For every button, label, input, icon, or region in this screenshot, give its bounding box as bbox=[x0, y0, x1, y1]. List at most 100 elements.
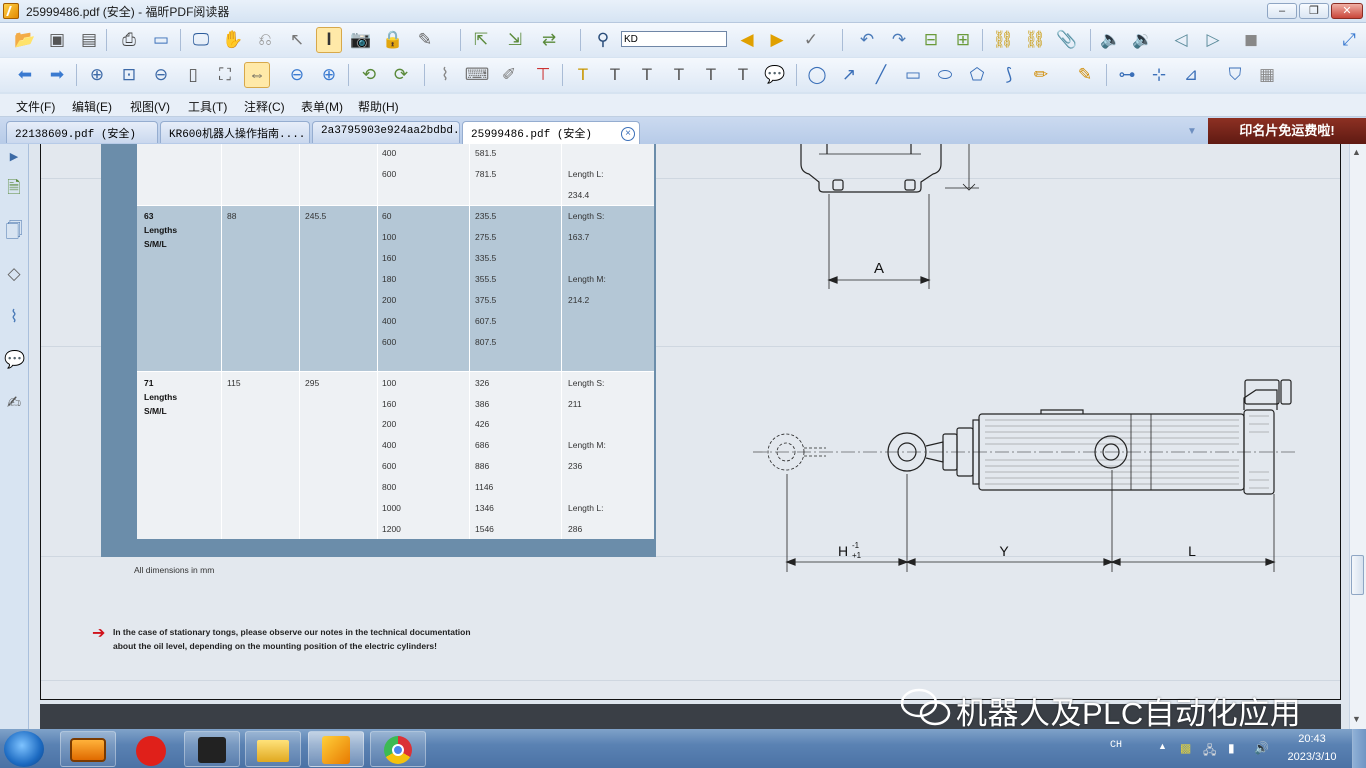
menu-comments[interactable]: 注释(C) bbox=[244, 98, 285, 115]
actual-size-icon[interactable]: ▯ bbox=[180, 62, 206, 88]
vertical-scrollbar[interactable] bbox=[1349, 144, 1366, 729]
polygon-icon[interactable]: ⬠ bbox=[964, 62, 990, 88]
marquee-zoom-icon[interactable]: ⊡ bbox=[116, 62, 142, 88]
read-aloud-icon[interactable]: 🔈 bbox=[1098, 27, 1124, 53]
zoom-minus-icon[interactable]: ⊖ bbox=[284, 62, 310, 88]
network-icon[interactable]: 🖧 bbox=[1203, 741, 1216, 762]
forward-arrow-icon[interactable]: ➡ bbox=[44, 62, 70, 88]
tray-expand-icon[interactable]: ▲ bbox=[1158, 741, 1167, 751]
binoculars-icon[interactable]: ⚲ bbox=[590, 27, 616, 53]
menu-tools[interactable]: 工具(T) bbox=[188, 98, 227, 115]
unlink-icon[interactable]: ⛓ bbox=[1022, 27, 1048, 53]
previous-view-icon[interactable]: ⊟ bbox=[918, 27, 944, 53]
underline-text-icon[interactable]: T bbox=[602, 62, 628, 88]
taskbar-app-tools[interactable] bbox=[184, 731, 240, 767]
import-icon[interactable]: ⇲ bbox=[502, 27, 528, 53]
next-view-icon[interactable]: ⊞ bbox=[950, 27, 976, 53]
undo-icon[interactable]: ↶ bbox=[854, 27, 880, 53]
taskbar-app-orange[interactable] bbox=[60, 731, 116, 767]
find-next-icon[interactable]: ▶ bbox=[764, 27, 790, 53]
menu-edit[interactable]: 编辑(E) bbox=[72, 98, 112, 115]
highlight-text-icon[interactable]: T bbox=[570, 62, 596, 88]
export-icon[interactable]: ⇱ bbox=[468, 27, 494, 53]
scroll-down-icon[interactable]: ▼ bbox=[1352, 714, 1361, 724]
redo-icon[interactable]: ↷ bbox=[886, 27, 912, 53]
rotate-left-icon[interactable]: ⟲ bbox=[356, 62, 382, 88]
comments-panel-icon[interactable]: 💬 bbox=[4, 349, 25, 371]
menu-forms[interactable]: 表单(M) bbox=[301, 98, 343, 115]
strikeout-text-icon[interactable]: T bbox=[634, 62, 660, 88]
sign-icon[interactable]: ✎ bbox=[412, 27, 438, 53]
clock-date[interactable]: 2023/3/10 bbox=[1277, 751, 1347, 763]
taskbar-explorer-folder[interactable] bbox=[245, 731, 301, 767]
note-comment-icon[interactable]: 💬 bbox=[762, 62, 788, 88]
ime-indicator[interactable]: CH bbox=[1110, 740, 1122, 751]
zoom-plus-icon[interactable]: ⊕ bbox=[316, 62, 342, 88]
foxit-app-icon[interactable] bbox=[3, 3, 19, 19]
camera-icon[interactable]: 📷 bbox=[348, 27, 374, 53]
email-icon[interactable]: ▭ bbox=[148, 27, 174, 53]
attachment-icon[interactable]: ⌇ bbox=[432, 62, 458, 88]
text-box-icon[interactable]: ⊤ bbox=[530, 62, 556, 88]
menu-view[interactable]: 视图(V) bbox=[130, 98, 170, 115]
pages-thumbnail-icon[interactable]: 🗍 bbox=[4, 220, 24, 242]
rms-lock-icon[interactable]: 🔒 bbox=[380, 27, 406, 53]
tab-25999486[interactable]: 25999486.pdf (安全) bbox=[462, 121, 640, 144]
area-tool-icon[interactable]: ⊿ bbox=[1178, 62, 1204, 88]
print-icon[interactable]: ⎙ bbox=[116, 27, 142, 53]
open-icon[interactable]: 📂 bbox=[12, 27, 38, 53]
replace-text-icon[interactable]: T bbox=[698, 62, 724, 88]
tab-list-dropdown-icon[interactable]: ▼ bbox=[1187, 126, 1197, 137]
polyline-icon[interactable]: ⟆ bbox=[996, 62, 1022, 88]
save-icon[interactable]: ▣ bbox=[44, 27, 70, 53]
minimize-button[interactable]: – bbox=[1267, 3, 1297, 19]
rotate-right-icon[interactable]: ⟳ bbox=[388, 62, 414, 88]
link-icon[interactable]: ⛓ bbox=[990, 27, 1016, 53]
restore-button[interactable]: ❐ bbox=[1299, 3, 1329, 19]
signatures-panel-icon[interactable]: ✍ bbox=[4, 392, 24, 414]
document-view[interactable]: 400 600 581.5 781.5 Length L: 234.4 63 L… bbox=[29, 144, 1349, 729]
read-page-icon[interactable]: 🔉 bbox=[1130, 27, 1156, 53]
speak-prev-icon[interactable]: ◁ bbox=[1168, 27, 1194, 53]
save-as-icon[interactable]: ▤ bbox=[76, 27, 102, 53]
attach-file-icon[interactable]: 📎 bbox=[1054, 27, 1080, 53]
show-desktop-button[interactable] bbox=[1352, 729, 1366, 768]
scroll-up-icon[interactable]: ▲ bbox=[1352, 147, 1361, 157]
taskbar-chrome[interactable] bbox=[370, 731, 426, 767]
select-text-icon[interactable]: 𝐈 bbox=[316, 27, 342, 53]
clock-time[interactable]: 20:43 bbox=[1287, 733, 1337, 745]
arrow-line-icon[interactable]: ↗ bbox=[836, 62, 862, 88]
snapshot-icon[interactable]: ⎌ bbox=[252, 27, 278, 53]
expand-panel-icon[interactable]: ▶ bbox=[4, 146, 24, 168]
tray-app-icon[interactable]: ▩ bbox=[1180, 741, 1191, 755]
attachments-panel-icon[interactable]: ⌇ bbox=[4, 306, 24, 328]
zoom-out-icon[interactable]: ⊖ bbox=[148, 62, 174, 88]
convert-icon[interactable]: ⇄ bbox=[536, 27, 562, 53]
rectangle-icon[interactable]: ▭ bbox=[900, 62, 926, 88]
volume-icon[interactable]: 🔊 bbox=[1254, 741, 1269, 755]
polygon-cloud-icon[interactable]: ◯ bbox=[804, 62, 830, 88]
line-icon[interactable]: ╱ bbox=[868, 62, 894, 88]
distance-tool-icon[interactable]: ⊶ bbox=[1114, 62, 1140, 88]
find-previous-icon[interactable]: ◀ bbox=[734, 27, 760, 53]
tab-2a3795903e[interactable]: 2a3795903e924aa2bdbd.... bbox=[312, 121, 460, 143]
tab-close-icon[interactable]: × bbox=[621, 127, 635, 141]
find-input[interactable] bbox=[621, 31, 727, 47]
tab-22138609[interactable]: 22138609.pdf (安全) bbox=[6, 121, 158, 143]
callout-icon[interactable]: ✐ bbox=[496, 62, 522, 88]
fullscreen-icon[interactable]: 🖵 bbox=[188, 27, 214, 53]
layers-icon[interactable]: ◇ bbox=[4, 263, 24, 285]
fit-width-icon[interactable]: ⇔ bbox=[244, 62, 270, 88]
hand-tool-icon[interactable]: ✋ bbox=[220, 27, 246, 53]
stamp-icon[interactable]: ⛉ bbox=[1222, 62, 1248, 88]
find-options-icon[interactable]: ✓ bbox=[798, 27, 824, 53]
select-arrow-icon[interactable]: ↖ bbox=[284, 27, 310, 53]
taskbar-foxit-reader[interactable] bbox=[308, 731, 364, 767]
expand-toolbar-icon[interactable]: ⤢ bbox=[1336, 27, 1362, 53]
scrollbar-thumb[interactable] bbox=[1351, 555, 1364, 595]
insert-text-icon[interactable]: T bbox=[730, 62, 756, 88]
oval-icon[interactable]: ⬭ bbox=[932, 62, 958, 88]
menu-file[interactable]: 文件(F) bbox=[16, 98, 55, 115]
signal-icon[interactable]: ▮ bbox=[1228, 741, 1235, 755]
pencil-icon[interactable]: ✏ bbox=[1028, 62, 1054, 88]
